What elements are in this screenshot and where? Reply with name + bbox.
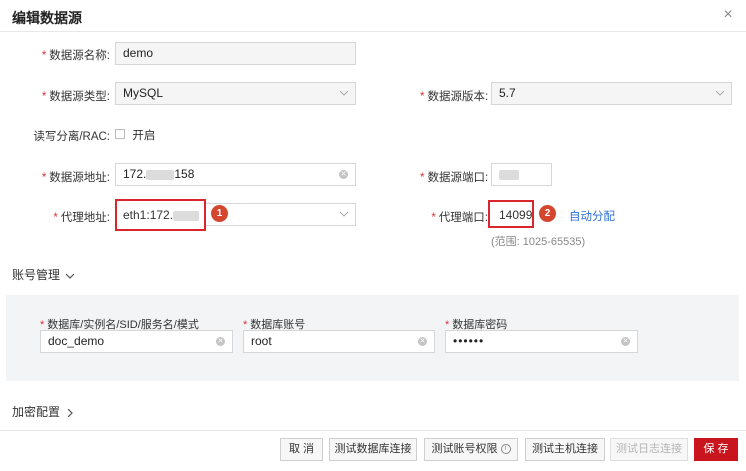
port-range-hint: (范围: 1025-65535) xyxy=(491,236,586,248)
user-input[interactable]: root ✕ xyxy=(243,330,435,353)
chevron-down-icon xyxy=(340,89,348,97)
header-divider xyxy=(0,31,746,32)
name-label: * 数据源名称: xyxy=(41,50,110,62)
rw-checkbox[interactable]: 开启 xyxy=(115,127,155,143)
clear-icon[interactable]: ✕ xyxy=(621,337,630,346)
test-perm-button[interactable]: 测试账号权限 i xyxy=(424,438,518,461)
step-badge-2: 2 xyxy=(539,205,556,222)
port-label: * 数据源端口: xyxy=(420,172,489,184)
encryption-section-toggle[interactable]: 加密配置 xyxy=(12,403,74,420)
version-select[interactable]: 5.7 xyxy=(491,82,732,105)
proxy-addr-label: * 代理地址: xyxy=(53,212,110,224)
proxy-addr-highlight: eth1:172. xyxy=(115,199,206,231)
masked-text xyxy=(146,169,175,180)
test-db-button[interactable]: 测试数据库连接 xyxy=(329,438,417,461)
test-host-button[interactable]: 测试主机连接 xyxy=(525,438,605,461)
proxy-port-label: * 代理端口: xyxy=(431,212,488,224)
type-label: * 数据源类型: xyxy=(41,91,110,103)
addr-label: * 数据源地址: xyxy=(41,172,110,184)
masked-text xyxy=(499,169,519,180)
auto-assign-link[interactable]: 自动分配 xyxy=(569,208,615,224)
info-icon: i xyxy=(500,444,511,455)
db-input[interactable]: doc_demo ✕ xyxy=(40,330,233,353)
dialog-title: 编辑数据源 xyxy=(12,10,82,26)
chevron-down-icon xyxy=(716,89,724,97)
cancel-button[interactable]: 取 消 xyxy=(280,438,323,461)
test-log-button[interactable]: 测试日志连接 xyxy=(610,438,688,461)
account-section-toggle[interactable]: 账号管理 xyxy=(12,266,75,283)
chevron-down-icon xyxy=(65,269,75,283)
close-icon[interactable]: × xyxy=(721,6,735,24)
chevron-down-icon xyxy=(340,210,348,218)
checkbox-icon[interactable] xyxy=(115,129,125,139)
name-field[interactable]: demo xyxy=(115,42,356,65)
port-input[interactable] xyxy=(491,163,552,186)
rw-label: 读写分离/RAC: xyxy=(33,131,110,143)
proxy-port-input[interactable]: 14099 xyxy=(488,200,534,228)
addr-input[interactable]: 172. 158 ✕ xyxy=(115,163,356,186)
clear-icon[interactable]: ✕ xyxy=(418,337,427,346)
clear-icon[interactable]: ✕ xyxy=(216,337,225,346)
save-button[interactable]: 保 存 xyxy=(694,438,738,461)
step-badge-1: 1 xyxy=(211,205,228,222)
type-select[interactable]: MySQL xyxy=(115,82,356,105)
masked-text xyxy=(173,210,200,221)
footer-divider xyxy=(0,430,746,431)
pwd-input[interactable]: •••••• ✕ xyxy=(445,330,638,353)
clear-icon[interactable]: ✕ xyxy=(339,170,348,179)
version-label: * 数据源版本: xyxy=(420,91,489,103)
chevron-right-icon xyxy=(66,406,74,420)
